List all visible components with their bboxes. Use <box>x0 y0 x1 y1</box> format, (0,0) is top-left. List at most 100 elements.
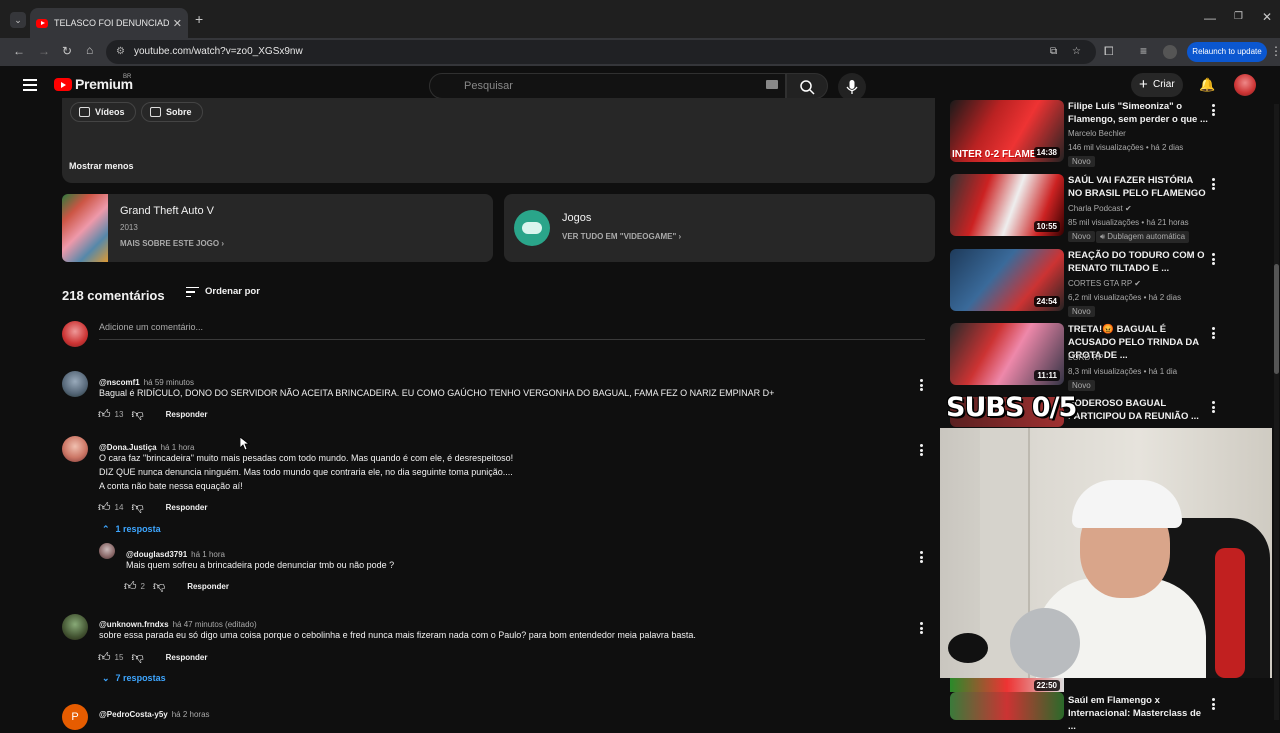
dislike-icon[interactable]: 👎︎ <box>131 500 143 515</box>
sort-button[interactable]: Ordenar por <box>186 286 260 297</box>
tab-search-chevron-icon[interactable]: ⌄ <box>10 12 26 28</box>
minimize-icon[interactable]: — <box>1204 12 1216 24</box>
video-channel[interactable]: Marcelo Bechler <box>1068 129 1126 138</box>
video-menu-icon[interactable] <box>1212 401 1216 413</box>
close-window-icon[interactable]: ✕ <box>1262 11 1272 23</box>
category-card[interactable]: Jogos VER TUDO EM "VIDEOGAME" › <box>504 194 935 262</box>
replies-toggle-button[interactable]: ⌃ 1 resposta <box>102 524 161 535</box>
reply-button[interactable]: Responder <box>166 503 208 512</box>
voice-search-button[interactable] <box>838 73 866 101</box>
reply-button[interactable]: Responder <box>166 653 208 662</box>
replies-toggle-button[interactable]: ⌄ 7 respostas <box>102 673 166 684</box>
video-menu-icon[interactable] <box>1212 698 1216 710</box>
add-comment-input[interactable]: Adicione um comentário... <box>99 322 925 340</box>
like-icon[interactable]: 👍︎ <box>98 500 111 515</box>
related-video[interactable]: 11:11 TRETA!😡 BAGUAL É ACUSADO PELO TRIN… <box>950 323 1250 393</box>
scrollbar-thumb[interactable] <box>1274 264 1279 374</box>
comment-author[interactable]: @PedroCosta-y5y <box>99 710 168 719</box>
dubbing-icon: 🔊︎ <box>1100 232 1106 241</box>
new-tab-icon[interactable]: + <box>195 12 203 26</box>
verified-icon: ✔ <box>1134 279 1141 288</box>
category-more-link[interactable]: VER TUDO EM "VIDEOGAME" › <box>562 232 681 241</box>
video-channel[interactable]: CORTES GTA RP ✔ <box>1068 279 1141 288</box>
dislike-icon[interactable]: 👎︎ <box>131 407 143 422</box>
game-more-link[interactable]: MAIS SOBRE ESTE JOGO › <box>120 239 224 248</box>
back-icon[interactable]: ← <box>13 45 25 57</box>
video-menu-icon[interactable] <box>1212 104 1216 116</box>
create-button[interactable]: + Criar <box>1131 73 1183 97</box>
scrollbar-track[interactable] <box>1274 104 1279 720</box>
video-thumbnail[interactable]: 11:11 <box>950 323 1064 385</box>
home-icon[interactable]: ⌂ <box>86 44 93 56</box>
video-thumbnail[interactable]: 10:55 <box>950 174 1064 236</box>
hamburger-menu-icon[interactable] <box>23 79 37 91</box>
show-less-link[interactable]: Mostrar menos <box>69 161 134 171</box>
about-tab-button[interactable]: Sobre <box>141 102 203 122</box>
comment-menu-icon[interactable] <box>920 379 924 391</box>
video-thumbnail[interactable] <box>950 692 1064 720</box>
forward-icon[interactable]: → <box>38 45 50 57</box>
video-menu-icon[interactable] <box>1212 327 1216 339</box>
dislike-icon[interactable]: 👎︎ <box>131 650 143 665</box>
commenter-avatar[interactable] <box>99 543 115 559</box>
related-video[interactable]: 24:54 REAÇÃO DO TODURO COM O RENATO TILT… <box>950 249 1250 319</box>
video-title[interactable]: PODEROSO BAGUAL PARTICIPOU DA REUNIÃO ..… <box>1068 397 1208 423</box>
reply-button[interactable]: Responder <box>166 410 208 419</box>
related-video[interactable]: 10:55 SAÚL VAI FAZER HISTÓRIA NO BRASIL … <box>950 174 1250 244</box>
video-title[interactable]: REAÇÃO DO TODURO COM O RENATO TILTADO E … <box>1068 249 1208 275</box>
bookmark-star-icon[interactable]: ☆ <box>1072 40 1081 64</box>
video-title[interactable]: SAÚL VAI FAZER HISTÓRIA NO BRASIL PELO F… <box>1068 174 1208 200</box>
search-button[interactable] <box>786 73 828 99</box>
microphone-icon <box>846 80 858 94</box>
reload-icon[interactable]: ↻ <box>62 45 72 57</box>
close-tab-icon[interactable]: ✕ <box>173 17 182 30</box>
about-tab-label: Sobre <box>166 107 192 117</box>
comment-time[interactable]: há 2 horas <box>172 710 210 719</box>
notifications-bell-icon[interactable]: 🔔 <box>1199 77 1215 93</box>
video-menu-icon[interactable] <box>1212 253 1216 265</box>
comment-menu-icon[interactable] <box>920 622 924 634</box>
search-input[interactable]: Pesquisar <box>429 73 786 99</box>
comment-menu-icon[interactable] <box>920 551 924 563</box>
related-video[interactable]: INTER 0-2 FLAME 14:38 Filipe Luís "Simeo… <box>950 100 1250 170</box>
commenter-avatar[interactable] <box>62 371 88 397</box>
address-bar[interactable]: ⚙ youtube.com/watch?v=zo0_XGSx9nw ⧉ ☆ <box>106 40 1096 64</box>
install-icon[interactable]: ⧉ <box>1050 40 1057 64</box>
dislike-icon[interactable]: 👎︎ <box>153 579 165 594</box>
video-thumbnail[interactable]: INTER 0-2 FLAME 14:38 <box>950 100 1064 162</box>
relaunch-button[interactable]: Relaunch to update <box>1187 42 1267 62</box>
video-title[interactable]: Filipe Luís "Simeoniza" o Flamengo, sem … <box>1068 100 1208 126</box>
like-count: 14 <box>114 503 124 512</box>
reply-button[interactable]: Responder <box>187 582 229 591</box>
commenter-avatar[interactable] <box>62 436 88 462</box>
commenter-avatar[interactable] <box>62 614 88 640</box>
video-thumbnail[interactable]: 24:54 <box>950 249 1064 311</box>
profile-avatar[interactable] <box>1163 45 1177 59</box>
reading-list-icon[interactable]: ≡ <box>1140 45 1147 57</box>
subs-goal-overlay: SUBS 0/5 <box>946 392 1077 423</box>
videos-tab-button[interactable]: Vídeos <box>70 102 136 122</box>
browser-menu-icon[interactable]: ⋮ <box>1270 45 1280 57</box>
account-avatar[interactable] <box>1234 74 1256 96</box>
commenter-avatar[interactable]: P <box>62 704 88 730</box>
like-icon[interactable]: 👍︎ <box>98 407 111 422</box>
comment-menu-icon[interactable] <box>920 444 924 456</box>
video-channel[interactable]: Charla Podcast ✔ <box>1068 204 1132 213</box>
youtube-logo-icon[interactable] <box>54 78 72 91</box>
video-channel[interactable]: LORD RP <box>1068 353 1104 362</box>
related-video[interactable]: 22:50 Saúl em Flamengo x Internacional: … <box>950 678 1250 732</box>
game-more-label: MAIS SOBRE ESTE JOGO <box>120 239 220 248</box>
video-meta: 146 mil visualizações • há 2 dias <box>1068 143 1184 152</box>
like-icon[interactable]: 👍︎ <box>98 650 111 665</box>
browser-tab[interactable]: TELASCO FOI DENUNCIADO PO ✕ <box>30 8 188 38</box>
extensions-icon[interactable]: ⧠ <box>1104 45 1114 57</box>
video-title[interactable]: Saúl em Flamengo x Internacional: Master… <box>1068 694 1208 733</box>
video-menu-icon[interactable] <box>1212 178 1216 190</box>
game-card[interactable]: Grand Theft Auto V 2013 MAIS SOBRE ESTE … <box>62 194 493 262</box>
keyboard-icon[interactable] <box>766 80 778 89</box>
video-duration: 24:54 <box>1033 296 1060 307</box>
like-icon[interactable]: 👍︎ <box>124 579 137 594</box>
site-info-icon[interactable]: ⚙ <box>116 40 125 64</box>
video-thumbnail[interactable]: 22:50 <box>950 678 1064 692</box>
restore-icon[interactable]: ❐ <box>1234 12 1243 22</box>
